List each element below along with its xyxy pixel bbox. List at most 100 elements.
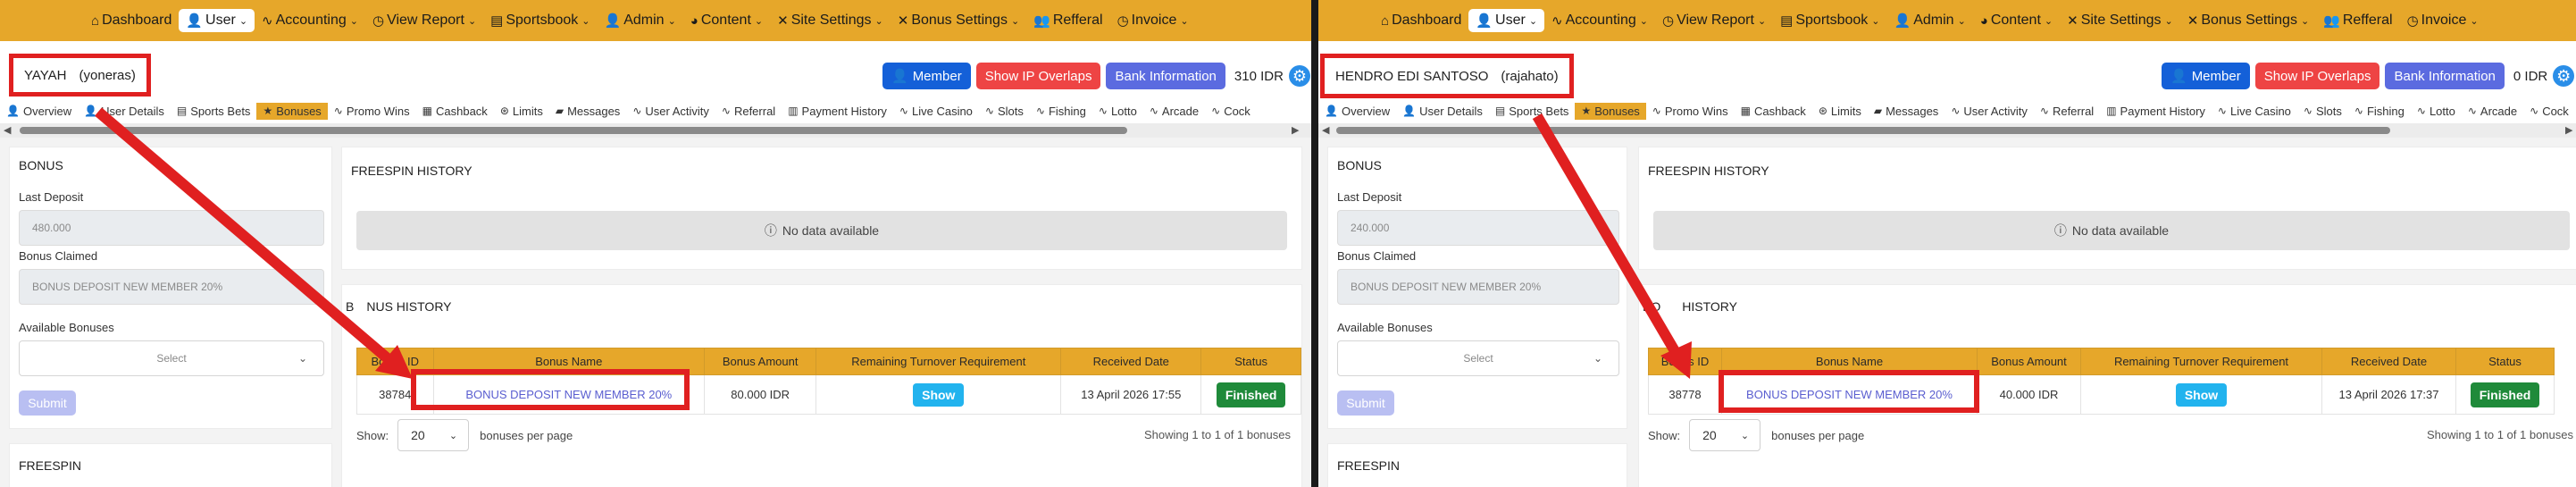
scroll-right-icon[interactable]: ▶: [1292, 124, 1299, 136]
nav-item-bonus-settings[interactable]: ✕ Bonus Settings ⌄: [2180, 9, 2316, 32]
tabs-scrollbar[interactable]: ◀ ▶: [0, 123, 1311, 138]
user-display-name: YAYAH: [24, 67, 67, 83]
tab-promo-wins[interactable]: ∿ Promo Wins: [1646, 103, 1735, 120]
book-icon: ▤: [1494, 105, 1506, 117]
submit-button[interactable]: Submit: [19, 390, 76, 416]
bank-information-button[interactable]: Bank Information: [2385, 63, 2505, 89]
nav-item-accounting[interactable]: ∿ Accounting ⌄: [1544, 9, 1655, 32]
available-bonuses-select[interactable]: Select ⌄: [1337, 340, 1619, 376]
gear-icon[interactable]: ⚙: [2553, 65, 2575, 87]
tab-slots[interactable]: ∿ Slots: [2297, 103, 2348, 120]
activity-icon: ∿: [2530, 105, 2539, 117]
tab-lotto[interactable]: ∿ Lotto: [2411, 103, 2462, 120]
member-button[interactable]: 👤 Member: [2162, 63, 2250, 89]
nav-item-sportsbook[interactable]: ▤ Sportsbook ⌄: [1773, 9, 1886, 32]
submit-button[interactable]: Submit: [1337, 390, 1394, 416]
show-button[interactable]: Show: [2175, 382, 2228, 407]
bonus-name-link[interactable]: BONUS DEPOSIT NEW MEMBER 20%: [432, 374, 706, 415]
per-page-select[interactable]: 20 ⌄: [397, 419, 470, 451]
available-bonuses-select[interactable]: Select ⌄: [19, 340, 324, 376]
tab-cock[interactable]: ∿ Cock: [1205, 103, 1257, 120]
tab-user-activity[interactable]: ∿ User Activity: [626, 103, 715, 120]
tab-sports-bets[interactable]: ▤ Sports Bets: [171, 103, 257, 120]
member-button[interactable]: 👤 Member: [882, 63, 971, 89]
user-header: YAYAH (yoneras) 👤 Member Show IP Overlaps…: [0, 54, 1311, 100]
nav-item-content[interactable]: ◕ Content ⌄: [1973, 9, 2060, 32]
nav-item-invoice[interactable]: ◷ Invoice ⌄: [1110, 9, 1196, 32]
tab-overview[interactable]: 👤 Overview: [1318, 103, 1396, 120]
tab-overview[interactable]: 👤 Overview: [0, 103, 78, 120]
gear-icon[interactable]: ⚙: [1288, 65, 1310, 87]
nav-item-sportsbook[interactable]: ▤ Sportsbook ⌄: [483, 9, 597, 32]
scroll-left-icon[interactable]: ◀: [4, 124, 11, 136]
tab-cashback[interactable]: ▦ Cashback: [416, 103, 494, 120]
bonus-history-title-head: B: [346, 299, 355, 314]
home-icon: ⌂: [91, 13, 100, 29]
scroll-left-icon[interactable]: ◀: [1322, 124, 1329, 136]
chevron-down-icon: ⌄: [297, 352, 307, 365]
tab-referral[interactable]: ∿ Referral: [2034, 103, 2100, 120]
per-page-select[interactable]: 20 ⌄: [1689, 419, 1761, 451]
nav-item-content[interactable]: ◕ Content ⌄: [683, 9, 770, 32]
bonus-claimed-field: BONUS DEPOSIT NEW MEMBER 20%: [1337, 269, 1619, 305]
nav-item-admin[interactable]: 👤 Admin ⌄: [598, 9, 683, 32]
tab-referral[interactable]: ∿ Referral: [715, 103, 782, 120]
chevron-down-icon: ⌄: [874, 15, 883, 27]
nav-item-invoice[interactable]: ◷ Invoice ⌄: [2400, 9, 2486, 32]
bank-information-button[interactable]: Bank Information: [1106, 63, 1225, 89]
status-badge: Finished: [1216, 382, 1286, 407]
nav-item-dashboard[interactable]: ⌂ Dashboard: [1374, 9, 1468, 32]
nav-item-dashboard[interactable]: ⌂ Dashboard: [84, 9, 179, 32]
available-bonuses-label: Available Bonuses: [1337, 321, 1433, 334]
showing-count: Showing 1 to 1 of 1 bonuses: [2426, 428, 2573, 441]
tab-fishing[interactable]: ∿ Fishing: [2348, 103, 2411, 120]
tab-lotto[interactable]: ∿ Lotto: [1092, 103, 1143, 120]
tab-messages[interactable]: ▰ Messages: [1868, 103, 1945, 120]
tab-payment-history[interactable]: ▥ Payment History: [782, 103, 893, 120]
tab-cock[interactable]: ∿ Cock: [2523, 103, 2575, 120]
tab-arcade[interactable]: ∿ Arcade: [2462, 103, 2523, 120]
tab-promo-wins[interactable]: ∿ Promo Wins: [328, 103, 416, 120]
nav-item-user[interactable]: 👤 User ⌄: [1468, 9, 1545, 32]
tab-bonuses[interactable]: ★ Bonuses: [1575, 102, 1646, 120]
nav-item-view-report[interactable]: ◷ View Report ⌄: [365, 9, 483, 32]
nav-item-user[interactable]: 👤 User ⌄: [179, 9, 255, 32]
tab-user-activity[interactable]: ∿ User Activity: [1945, 103, 2034, 120]
nav-item-refferal[interactable]: 👥 Refferal: [2316, 9, 2399, 32]
tab-bonuses[interactable]: ★ Bonuses: [256, 102, 328, 120]
tab-payment-history[interactable]: ▥ Payment History: [2100, 103, 2212, 120]
nav-item-admin[interactable]: 👤 Admin ⌄: [1887, 9, 1973, 32]
nav-item-site-settings[interactable]: ✕ Site Settings ⌄: [770, 9, 891, 32]
tab-live-casino[interactable]: ∿ Live Casino: [2212, 103, 2297, 120]
tab-user-details[interactable]: 👤 User Details: [1396, 103, 1489, 120]
scroll-right-icon[interactable]: ▶: [2565, 124, 2572, 136]
nav-item-bonus-settings[interactable]: ✕ Bonus Settings ⌄: [891, 9, 1026, 32]
nav-item-refferal[interactable]: 👥 Refferal: [1026, 9, 1109, 32]
tab-user-details[interactable]: 👤 User Details: [78, 103, 171, 120]
tab-limits[interactable]: ⊛ Limits: [1812, 103, 1868, 120]
activity-icon: ∿: [1951, 105, 1961, 117]
scroll-thumb[interactable]: [1336, 127, 2390, 134]
tab-label: User Details: [101, 104, 164, 118]
tab-fishing[interactable]: ∿ Fishing: [1030, 103, 1092, 120]
bonus-name-link[interactable]: BONUS DEPOSIT NEW MEMBER 20%: [1721, 374, 1978, 415]
tab-label: Messages: [1886, 104, 1939, 118]
nav-item-view-report[interactable]: ◷ View Report ⌄: [1655, 9, 1773, 32]
user-name-highlight: YAYAH (yoneras): [9, 54, 151, 97]
messages-icon: ▰: [555, 105, 565, 117]
tab-cashback[interactable]: ▦ Cashback: [1735, 103, 1812, 120]
nav-item-site-settings[interactable]: ✕ Site Settings ⌄: [2060, 9, 2180, 32]
nav-item-label: Bonus Settings: [2201, 13, 2297, 28]
show-ip-overlaps-button[interactable]: Show IP Overlaps: [2254, 63, 2380, 89]
tab-live-casino[interactable]: ∿ Live Casino: [893, 103, 979, 120]
show-ip-overlaps-button[interactable]: Show IP Overlaps: [975, 63, 1101, 89]
tab-slots[interactable]: ∿ Slots: [979, 103, 1030, 120]
tab-messages[interactable]: ▰ Messages: [549, 103, 626, 120]
tab-sports-bets[interactable]: ▤ Sports Bets: [1489, 103, 1576, 120]
nav-item-accounting[interactable]: ∿ Accounting ⌄: [255, 9, 365, 32]
show-button[interactable]: Show: [913, 382, 965, 407]
tabs-scrollbar[interactable]: ◀ ▶: [1318, 123, 2576, 138]
tab-arcade[interactable]: ∿ Arcade: [1143, 103, 1205, 120]
scroll-thumb[interactable]: [20, 127, 1127, 134]
tab-limits[interactable]: ⊛ Limits: [494, 103, 549, 120]
